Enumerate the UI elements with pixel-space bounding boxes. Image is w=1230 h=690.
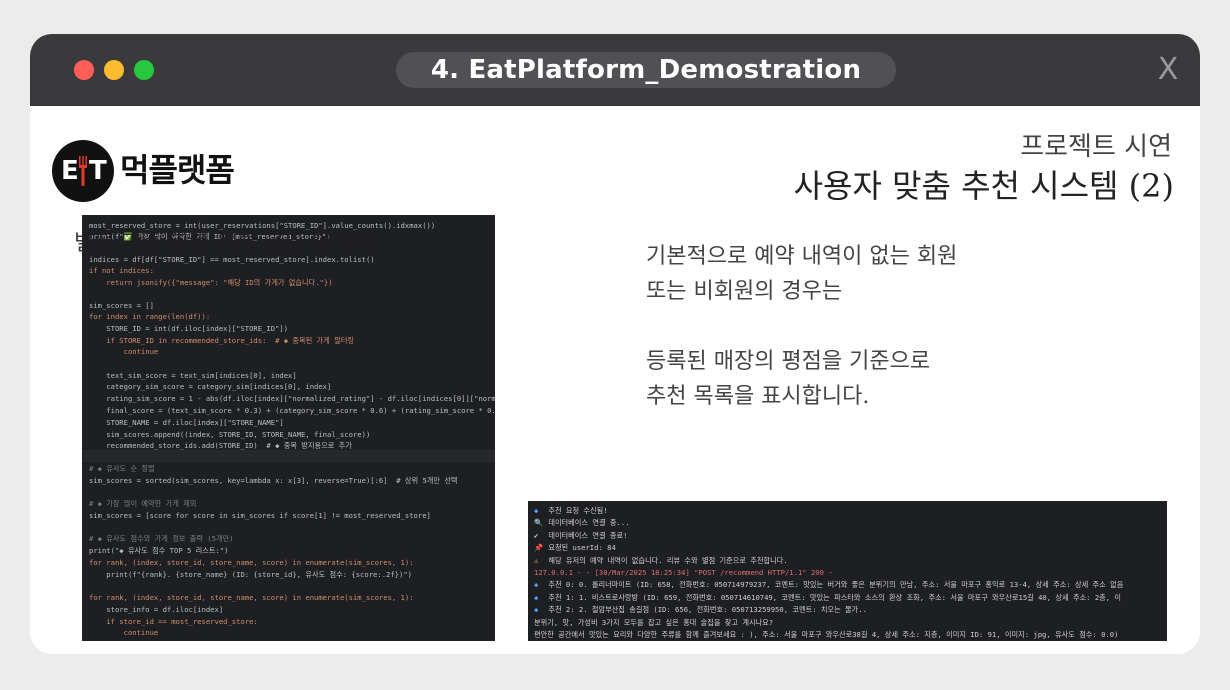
terminal-status-icon: ⚠ <box>534 555 539 565</box>
code-line: continue <box>89 347 159 356</box>
code-line: continue <box>89 628 159 637</box>
code-line: for rank, (index, store_id, store_name, … <box>89 558 414 567</box>
maximize-window-dot[interactable] <box>134 60 154 80</box>
code-image-caption: 별점 기준 추천 목록 코드 이미지 <box>74 231 373 256</box>
terminal-status-icon: 📌 <box>534 543 543 553</box>
code-line: for index in range(len(df)): <box>89 312 211 321</box>
title-bar: 4. EatPlatform_Demostration X <box>30 34 1200 106</box>
terminal-line: 분위기, 맛, 가성비 3가지 모두를 잡고 싶은 홍대 술집을 찾고 계시나요… <box>534 617 773 628</box>
code-line: store_info = df.iloc[index] <box>89 605 224 614</box>
terminal-line: 127.0.0.1 - - [30/Mar/2025 18:25:34] "PO… <box>534 567 833 578</box>
terminal-line: ✔ 데이터베이스 연결 종료! <box>534 530 627 541</box>
code-line: STORE_ID = int(df.iloc[index]["STORE_ID"… <box>89 324 289 333</box>
brand-logo: E T 먹플랫폼 <box>52 140 262 202</box>
terminal-status-icon: ◆ <box>534 580 539 590</box>
fork-knife-icon <box>79 156 87 186</box>
terminal-line: ◆ 추천 2: 2. 철암부산집 송길점 (ID: 656, 전화번호: 050… <box>534 604 867 615</box>
description-line: 추천 목록을 표시합니다. <box>646 384 870 409</box>
code-line: return jsonify({"message": "해당 ID의 가게가 없… <box>89 278 333 287</box>
code-line: if STORE_ID in recommended_store_ids: # … <box>89 336 354 345</box>
logo-mark-letter-e: E <box>61 156 79 186</box>
description-line: 또는 비회원의 경우는 <box>646 279 843 304</box>
terminal-line: 🔍 데이터베이스 연결 중... <box>534 517 629 528</box>
code-line: rating_sim_score = 1 - abs(df.iloc[index… <box>106 394 495 403</box>
close-icon[interactable]: X <box>1154 50 1182 90</box>
logo-mark-letter-t: T <box>89 156 107 186</box>
terminal-line-text: 추천 0: 0. 롤리너마이트 (ID: 658, 전화번호: 05071497… <box>548 580 1124 590</box>
code-line: text_sim_score = text_sim[indices[0], in… <box>89 371 297 380</box>
terminal-output: ◆ 추천 요청 수신됨! 🔍 데이터베이스 연결 중... ✔ 데이터베이스 연결 … <box>528 501 1167 641</box>
terminal-line-text: 추천 2: 2. 철암부산집 송길점 (ID: 656, 전화번호: 05071… <box>548 605 867 615</box>
code-line: category_sim_score = category_sim[indice… <box>89 382 332 391</box>
terminal-line-text: 해당 유저의 예약 내역이 없습니다. 리뷰 수와 별점 기준으로 추천합니다. <box>548 555 788 565</box>
terminal-line-text: 추천 요청 수신됨! <box>548 506 608 515</box>
description-line: 등록된 매장의 평점을 기준으로 <box>646 349 931 374</box>
code-line: recommended_store_ids.add(STORE_ID) # ◆ … <box>89 441 352 450</box>
code-line: final_score = (text_sim_score * 0.3) + (… <box>89 406 495 415</box>
window-title: 4. EatPlatform_Demostration <box>396 52 896 88</box>
slide-subtitle: 프로젝트 시연 <box>1020 132 1172 162</box>
code-line: # ◆ 유사도 순 정렬 <box>89 464 155 473</box>
code-line: print("◆ 유사도 점수 TOP 5 리스트:") <box>89 546 229 555</box>
code-line: if not indices: <box>89 266 154 275</box>
code-current-line-highlight <box>82 450 495 462</box>
minimize-window-dot[interactable] <box>104 60 124 80</box>
terminal-status-icon: ◆ <box>534 506 539 515</box>
terminal-status-icon: ◆ <box>534 592 539 602</box>
close-window-dot[interactable] <box>74 60 94 80</box>
logo-wordmark: 먹플랫폼 <box>120 151 235 189</box>
terminal-line-text: 데이터베이스 연결 종료! <box>548 530 628 540</box>
terminal-line: ⚠ 해당 유저의 예약 내역이 없습니다. 리뷰 수와 별점 기준으로 추천합니… <box>534 555 788 566</box>
code-line: sim_scores = [score for score in sim_sco… <box>89 511 431 520</box>
terminal-line-text: 분위기, 맛, 가성비 3가지 모두를 잡고 싶은 홍대 술집을 찾고 계시나요… <box>534 617 774 627</box>
presentation-window: 4. EatPlatform_Demostration X E T 먹플랫폼 프… <box>30 34 1200 654</box>
code-line: print(f"{rank}. {store_name} (ID: {store… <box>89 570 412 579</box>
terminal-line-text: 추천 1: 1. 비스트로사랑방 (ID: 659, 전화번호: 0507146… <box>548 592 1122 602</box>
slide-title: 사용자 맞춤 추천 시스템 (2) <box>793 167 1174 205</box>
code-screenshot: most_reserved_store = int(user_reservati… <box>82 215 495 641</box>
terminal-line: ◆ 추천 0: 0. 롤리너마이트 (ID: 658, 전화번호: 050714… <box>534 579 1123 590</box>
terminal-line-text: 데이터베이스 연결 중... <box>548 518 630 528</box>
terminal-line-text: 127.0.0.1 - - [30/Mar/2025 18:25:34] "PO… <box>534 568 833 577</box>
terminal-line: ◆ 추천 1: 1. 비스트로사랑방 (ID: 659, 전화번호: 05071… <box>534 592 1121 603</box>
terminal-line: ◆ 추천 요청 수신됨! <box>534 505 608 516</box>
terminal-status-icon: 🔍 <box>534 518 543 528</box>
terminal-line-text: 편안한 공간에서 맛있는 요리와 다양한 주류를 함께 즐겨보세요 : ), 주… <box>534 630 1119 639</box>
code-line: for rank, (index, store_id, store_name, … <box>89 593 414 602</box>
terminal-status-icon: ◆ <box>534 605 539 615</box>
code-line: # ◆ 유사도 점수와 가게 정보 출력 (5개만) <box>89 534 234 543</box>
code-line: STORE_NAME = df.iloc[index]["STORE_NAME"… <box>89 418 284 427</box>
description-line: 기본적으로 예약 내역이 없는 회원 <box>646 244 958 269</box>
terminal-line-text: 요청된 userId: 84 <box>548 543 616 553</box>
terminal-status-icon: ✔ <box>534 530 539 540</box>
code-line: if store_id == most_reserved_store: <box>89 617 258 626</box>
code-line: sim_scores = sorted(sim_scores, key=lamb… <box>89 476 458 485</box>
code-line: sim_scores = [] <box>89 301 154 310</box>
terminal-line: 편안한 공간에서 맛있는 요리와 다양한 주류를 함께 즐겨보세요 : ), 주… <box>534 629 1118 640</box>
code-line: # ◆ 가장 많이 예약한 가게 제외 <box>89 499 197 508</box>
code-line: sim_scores.append((index, STORE_ID, STOR… <box>89 430 371 439</box>
logo-mark: E T <box>52 140 114 202</box>
terminal-line: 📌 요청된 userId: 84 <box>534 542 616 553</box>
